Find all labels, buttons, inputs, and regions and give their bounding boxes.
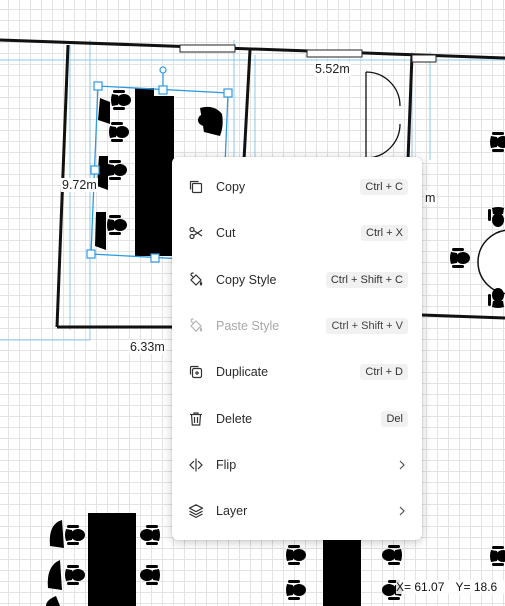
resize-handle[interactable] (90, 165, 100, 175)
resize-handle[interactable] (223, 88, 233, 98)
resize-handle[interactable] (93, 81, 103, 91)
rotate-handle[interactable] (159, 66, 167, 74)
scissors-icon (186, 223, 206, 243)
dimension-label: 9.72m (61, 178, 98, 192)
duplicate-icon (186, 362, 206, 382)
menu-item-paste-style[interactable]: Paste Style Ctrl + Shift + V (172, 303, 422, 349)
menu-item-label: Duplicate (216, 365, 269, 380)
menu-item-label: Cut (216, 226, 236, 241)
shortcut-hint: Ctrl + Shift + V (326, 318, 408, 335)
coordinate-readout: X= 61.07 Y= 18.6 (396, 580, 505, 594)
meeting-table[interactable] (286, 540, 402, 606)
resize-handle[interactable] (158, 85, 168, 95)
paint-bucket-icon (186, 270, 206, 290)
context-menu: Copy Ctrl + C Cut Ctrl + X Copy Style Ct… (172, 157, 422, 540)
chevron-right-icon (398, 506, 406, 516)
shortcut-hint: Ctrl + C (360, 179, 408, 196)
menu-item-label: Copy Style (216, 272, 277, 287)
meeting-table[interactable] (46, 513, 160, 606)
paint-bucket-icon (186, 316, 206, 336)
menu-item-label: Flip (216, 457, 237, 472)
shortcut-hint: Ctrl + Shift + C (325, 271, 408, 288)
resize-handle[interactable] (150, 253, 160, 263)
menu-item-copy[interactable]: Copy Ctrl + C (172, 164, 422, 210)
layers-icon (186, 501, 206, 521)
shortcut-hint: Del (381, 410, 408, 427)
menu-item-label: Paste Style (216, 319, 280, 334)
shortcut-hint: Ctrl + D (360, 364, 408, 381)
double-door[interactable] (365, 71, 401, 159)
shortcut-hint: Ctrl + X (361, 225, 408, 242)
dimension-label: 6.33m (129, 340, 166, 354)
menu-item-layer[interactable]: Layer (172, 488, 422, 534)
copy-icon (186, 177, 206, 197)
menu-item-delete[interactable]: Delete Del (172, 395, 422, 441)
dimension-label: m (424, 191, 437, 205)
dimension-label: 5.52m (314, 62, 351, 76)
menu-item-label: Layer (216, 504, 248, 519)
menu-item-cut[interactable]: Cut Ctrl + X (172, 210, 422, 256)
flip-icon (186, 455, 206, 475)
menu-item-copy-style[interactable]: Copy Style Ctrl + Shift + C (172, 257, 422, 303)
menu-item-flip[interactable]: Flip (172, 442, 422, 488)
y-coordinate: Y= 18.6 (455, 580, 498, 594)
chair[interactable] (490, 546, 505, 566)
round-table[interactable] (450, 132, 505, 308)
trash-icon (186, 409, 206, 429)
chevron-right-icon (398, 460, 406, 470)
resize-handle[interactable] (86, 249, 96, 259)
menu-item-label: Copy (216, 180, 246, 195)
menu-item-label: Delete (216, 411, 253, 426)
x-coordinate: X= 61.07 (396, 580, 445, 594)
menu-item-duplicate[interactable]: Duplicate Ctrl + D (172, 349, 422, 395)
